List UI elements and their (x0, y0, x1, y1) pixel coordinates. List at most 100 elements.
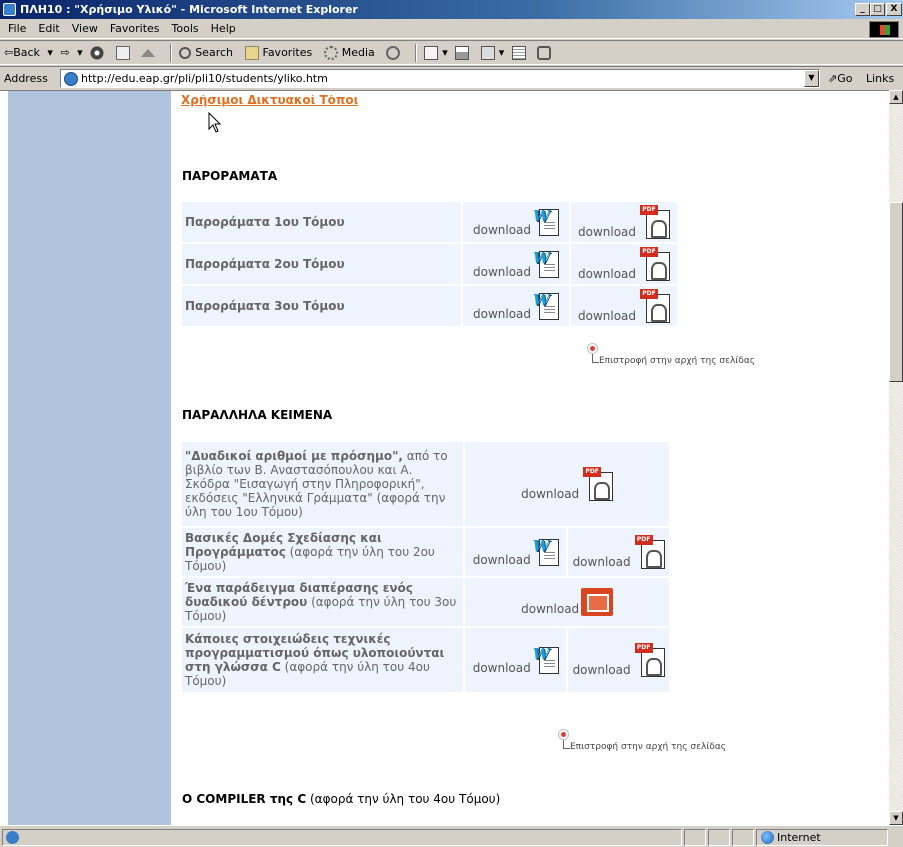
word-doc-icon: W (533, 249, 560, 279)
table-row: Παροράματα 3ου Τόμου download W download P… (182, 286, 677, 326)
word-doc-icon: W (533, 645, 559, 675)
refresh-icon (115, 46, 130, 60)
menu-tools[interactable]: Tools (166, 19, 205, 39)
go-button[interactable]: ⇗Go (828, 68, 852, 90)
compiler-title: Ο COMPILER της C (182, 792, 307, 806)
useful-sites-link[interactable]: Χρήσιμοι Δικτυακοί Τόποι (181, 95, 358, 107)
connector-line (563, 740, 570, 749)
download-word-cell[interactable]: download W (463, 244, 569, 284)
status-bar: Internet (0, 825, 903, 847)
download-text: download (521, 487, 580, 501)
menu-view[interactable]: View (66, 19, 104, 39)
address-dropdown-button[interactable]: ▼ (804, 70, 819, 87)
download-word-cell[interactable]: download W (465, 628, 567, 692)
download-pdf-cell[interactable]: download PDF (568, 628, 669, 692)
back-to-top-text: Επιστροφή στην αρχή της σελίδας (599, 356, 756, 366)
download-pdf-cell[interactable]: download PDF (568, 528, 669, 576)
history-button[interactable] (386, 41, 404, 65)
messenger-icon (537, 46, 552, 60)
download-pdf-cell[interactable]: download PDF (465, 442, 669, 526)
stop-button[interactable] (90, 41, 108, 65)
errata-label: Παροράματα 2ου Τόμου (182, 244, 461, 284)
go-label: Go (837, 72, 853, 85)
mail-button[interactable]: ▾ (424, 41, 448, 65)
download-text: download (577, 225, 637, 239)
menu-favorites[interactable]: Favorites (104, 19, 166, 39)
download-word-cell[interactable]: download W (465, 528, 567, 576)
download-text: download (521, 602, 580, 616)
connector-line (592, 354, 599, 363)
table-row: Κάποιες στοιχειώδεις τεχνικές προγραμματ… (182, 628, 669, 692)
menu-help[interactable]: Help (205, 19, 242, 39)
history-icon (386, 46, 401, 60)
table-row: Παροράματα 2ου Τόμου download W download P… (182, 244, 677, 284)
text-description: Κάποιες στοιχειώδεις τεχνικές προγραμματ… (182, 628, 464, 692)
search-label: Search (195, 46, 233, 59)
pdf-icon: PDF (638, 247, 671, 281)
word-doc-icon: W (533, 291, 560, 321)
globe-icon (761, 831, 774, 844)
refresh-button[interactable] (115, 41, 134, 65)
section-title-errata: ΠΑΡΟΡΑΜΑΤΑ (182, 169, 278, 183)
ie-app-icon (3, 3, 16, 16)
close-button[interactable]: X (886, 3, 902, 16)
address-label: Address (4, 72, 48, 85)
zone-label: Internet (761, 830, 821, 845)
discuss-button[interactable] (511, 41, 530, 65)
scroll-up-button[interactable]: ▲ (889, 90, 903, 104)
word-doc-icon: W (533, 537, 559, 567)
download-word-cell[interactable]: download W (463, 286, 569, 326)
mouse-cursor-icon (208, 112, 222, 133)
edit-button[interactable]: ▾ (480, 41, 504, 65)
text-title: "Δυαδικοί αριθμοί με πρόσημο", (185, 449, 403, 463)
address-bar: Address http://edu.eap.gr/pli/pli10/stud… (0, 66, 903, 107)
vertical-scrollbar[interactable]: ▲ ▼ (889, 90, 903, 825)
scroll-thumb[interactable] (889, 202, 903, 382)
home-button[interactable] (141, 41, 159, 65)
errata-table: Παροράματα 1ου Τόμου download W download P… (180, 200, 679, 328)
menu-edit[interactable]: Edit (32, 19, 65, 39)
download-text: download (472, 307, 532, 321)
back-to-top-link[interactable]: Επιστροφή στην αρχή της σελίδας (558, 729, 768, 755)
favorites-label: Favorites (262, 46, 313, 59)
back-to-top-link[interactable]: Επιστροφή στην αρχή της σελίδας (587, 343, 767, 369)
download-pdf-cell[interactable]: download PDF (571, 286, 677, 326)
download-pdf-cell[interactable]: download PDF (571, 244, 677, 284)
print-button[interactable] (455, 41, 473, 65)
edit-icon (480, 46, 495, 60)
parallel-texts-table: "Δυαδικοί αριθμοί με πρόσημο", από το βι… (180, 440, 671, 694)
text-description: Ένα παράδειγμα διαπέρασης ενός δυαδικού … (182, 578, 464, 626)
back-button[interactable]: ⇦Back ▾ (4, 41, 53, 65)
left-navigation-column (8, 91, 171, 825)
powerpoint-icon (581, 588, 614, 616)
menu-file[interactable]: File (0, 19, 32, 39)
page-content: Χρήσιμοι Δικτυακοί Τόποι ΠΑΡΟΡΑΜΑΤΑ Παρο… (171, 91, 889, 825)
download-text: download (572, 663, 631, 677)
scroll-down-button[interactable]: ▼ (889, 811, 903, 825)
zone-text: Internet (777, 831, 821, 844)
search-button[interactable]: Search (179, 41, 237, 65)
menu-bar: File Edit View Favorites Tools Help (0, 19, 903, 39)
forward-button[interactable]: ⇨ ▾ (60, 41, 82, 65)
address-input[interactable]: http://edu.eap.gr/pli/pli10/students/yli… (60, 69, 820, 88)
download-pdf-cell[interactable]: download PDF (571, 202, 677, 242)
favorites-button[interactable]: Favorites (244, 41, 317, 65)
download-text: download (577, 309, 637, 323)
table-row: "Δυαδικοί αριθμοί με πρόσημο", από το βι… (182, 442, 669, 526)
maximize-button[interactable]: □ (870, 3, 885, 16)
download-word-cell[interactable]: download W (463, 202, 569, 242)
download-ppt-cell[interactable]: download (465, 578, 669, 626)
toolbar-separator (414, 44, 417, 62)
messenger-button[interactable] (537, 41, 555, 65)
errata-label: Παροράματα 3ου Τόμου (182, 286, 461, 326)
pdf-icon: PDF (638, 289, 671, 323)
mail-icon (424, 46, 439, 60)
download-text: download (572, 555, 631, 569)
minimize-button[interactable]: _ (855, 3, 870, 16)
text-description: Βασικές Δομές Σχεδίασης και Προγράμματος… (182, 528, 464, 576)
media-button[interactable]: Media (323, 41, 379, 65)
word-doc-icon: W (533, 207, 560, 237)
page-status-icon (6, 831, 19, 844)
compiler-desc: (αφορά την ύλη του 4ου Τόμου) (306, 792, 501, 806)
search-icon (179, 47, 192, 59)
